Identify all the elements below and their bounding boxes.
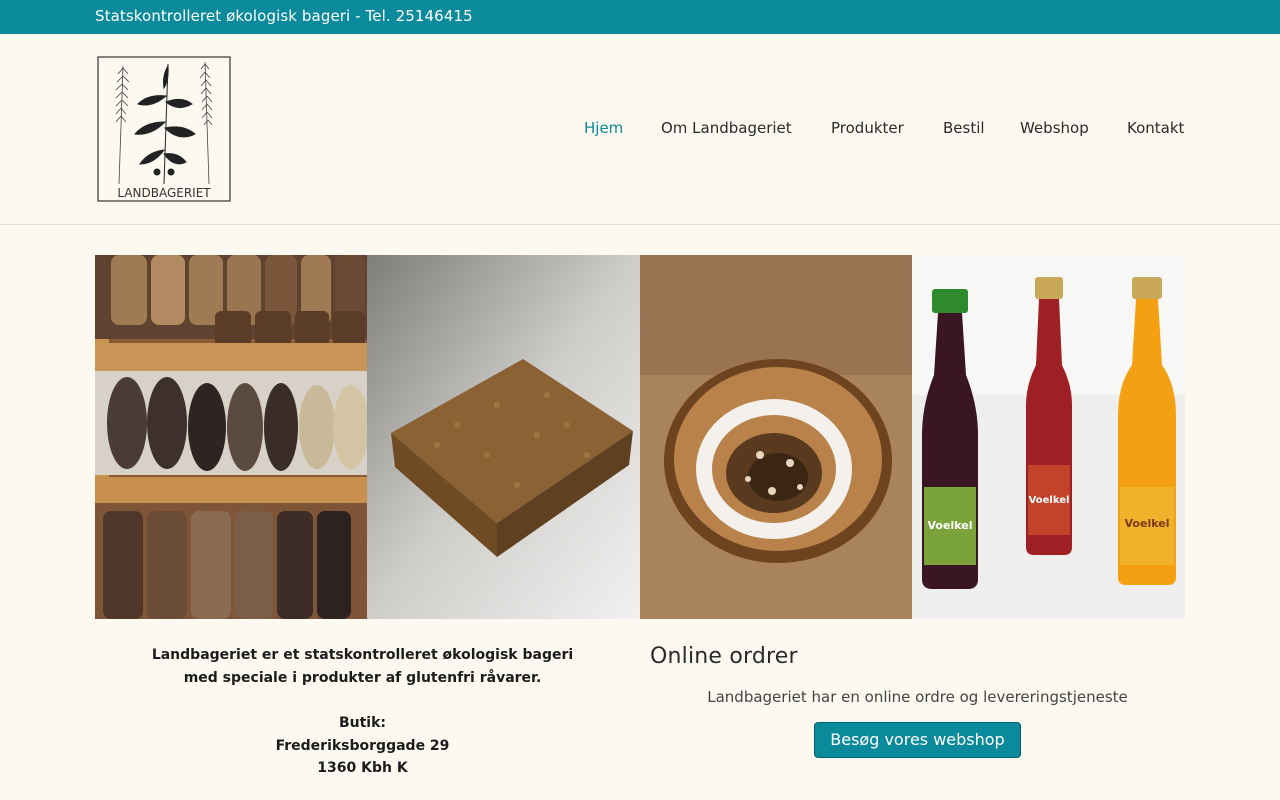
juice-bottles-photo[interactable]: Voelkel Voelkel Voelkel [912,255,1185,619]
topbar-contact-text: Statskontrolleret økologisk bageri - Tel… [95,7,473,25]
pastry-photo[interactable] [640,255,912,619]
visit-webshop-button[interactable]: Besøg vores webshop [814,722,1021,758]
nav-item-hjem[interactable]: Hjem [584,119,623,137]
svg-text:Voelkel: Voelkel [1029,495,1070,506]
bread-shelves-photo[interactable] [95,255,367,619]
svg-text:Voelkel: Voelkel [928,519,973,532]
nav-item-bestil[interactable]: Bestil [943,119,985,137]
svg-text:LANDBAGERIET: LANDBAGERIET [117,186,211,200]
top-info-bar: Statskontrolleret økologisk bageri - Tel… [0,0,1280,34]
intro-line-2: med speciale i produkter af glutenfri rå… [183,669,542,686]
glutenfree-bar-photo[interactable] [367,255,640,619]
online-orders-block: Online ordrer Landbageriet har en online… [650,644,1185,758]
main-navigation: Hjem Om Landbageriet Produkter Bestil We… [0,119,1280,139]
intro-line-1: Landbageriet er et statskontrolleret øko… [151,647,574,663]
site-header: LANDBAGERIET Hjem Om Landbageriet Produk… [0,34,1280,225]
shop-street: Frederiksborggade 29 [275,737,450,754]
shop-city: 1360 Kbh K [317,760,408,776]
nav-item-webshop[interactable]: Webshop [1020,119,1089,137]
online-orders-title: Online ordrer [650,644,798,669]
shop-heading: Butik: [338,715,387,731]
nav-item-om-landbageriet[interactable]: Om Landbageriet [661,119,792,137]
product-gallery: Voelkel Voelkel Voelkel [95,255,1185,619]
online-orders-text: Landbageriet har en online ordre og leve… [707,688,1128,706]
svg-text:Voelkel: Voelkel [1125,517,1170,530]
nav-item-kontakt[interactable]: Kontakt [1127,119,1184,137]
intro-text-block: Landbageriet er et statskontrolleret øko… [95,644,630,780]
nav-item-produkter[interactable]: Produkter [831,119,904,137]
